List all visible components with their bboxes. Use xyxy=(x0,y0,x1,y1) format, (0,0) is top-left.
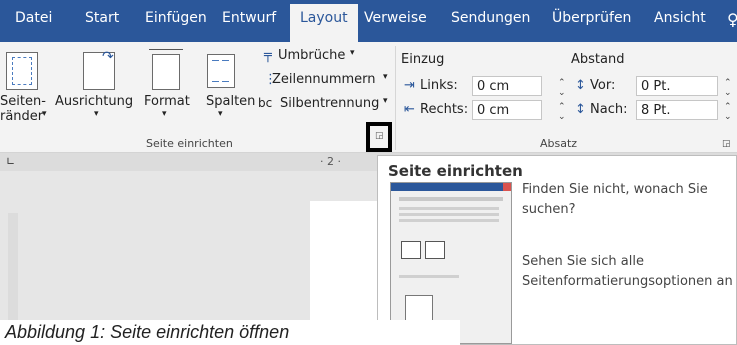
tab-datei[interactable]: Datei xyxy=(15,10,52,26)
chevron-down-icon[interactable]: ▾ xyxy=(350,48,355,58)
spacing-before-icon: ↕ xyxy=(575,78,586,93)
breaks-button[interactable]: Umbrüche xyxy=(278,48,345,63)
tooltip-line-1: Finden Sie nicht, wonach Sie xyxy=(522,182,708,197)
orientation-button[interactable]: Ausrichtung xyxy=(55,94,133,109)
columns-button[interactable]: Spalten xyxy=(206,94,255,109)
indent-right-input[interactable]: 0 cm xyxy=(472,100,542,120)
hyphenation-icon[interactable]: bc xyxy=(258,96,272,110)
line-numbers-button[interactable]: Zeilennummern xyxy=(272,72,376,87)
indent-right-label: Rechts: xyxy=(420,102,469,117)
indent-left-label: Links: xyxy=(420,78,458,93)
indent-left-input[interactable]: 0 cm xyxy=(472,76,542,96)
ribbon-tab-bar: Datei Start Einfügen Entwurf Layout Verw… xyxy=(0,0,737,42)
figure-caption: Abbildung 1: Seite einrichten öffnen xyxy=(0,320,460,345)
help-icon[interactable]: ♀ xyxy=(727,10,737,29)
paragraph-group-label: Absatz xyxy=(540,137,578,150)
ribbon: Seiten- ränder ▾ ↷ Ausrichtung ▾ Format … xyxy=(0,42,737,153)
tab-ueberpruefen[interactable]: Überprüfen xyxy=(552,10,631,26)
spacing-header: Abstand xyxy=(571,52,625,67)
chevron-down-icon[interactable]: ▾ xyxy=(383,96,388,106)
spacing-after-label: Nach: xyxy=(590,102,628,117)
tab-start[interactable]: Start xyxy=(85,10,119,26)
chevron-down-icon[interactable]: ▾ xyxy=(162,109,167,119)
margins-button-line2[interactable]: ränder xyxy=(0,109,43,124)
hyphenation-button[interactable]: Silbentrennung xyxy=(280,96,379,111)
tab-verweise[interactable]: Verweise xyxy=(364,10,427,26)
size-button[interactable]: Format xyxy=(144,94,190,109)
size-icon[interactable] xyxy=(149,49,183,90)
spacing-after-spinner[interactable]: ⌃ ⌄ xyxy=(724,102,732,122)
spacing-before-label: Vor: xyxy=(590,78,616,93)
breaks-icon[interactable]: ╤ xyxy=(264,48,272,63)
tooltip-line-3: Sehen Sie sich alle xyxy=(522,254,644,269)
ruler-text: · 2 · xyxy=(320,155,341,168)
spacing-after-input[interactable]: 8 Pt. xyxy=(636,100,718,120)
tab-ansicht[interactable]: Ansicht xyxy=(654,10,706,26)
columns-icon[interactable] xyxy=(207,54,235,88)
tab-einfuegen[interactable]: Einfügen xyxy=(145,10,207,26)
indent-right-icon: ⇤ xyxy=(404,102,415,117)
page-setup-group-label: Seite einrichten xyxy=(146,137,233,150)
tooltip-line-2: suchen? xyxy=(522,202,576,217)
chevron-down-icon[interactable]: ▾ xyxy=(383,72,388,82)
page-setup-dialog-launcher[interactable]: ◲ xyxy=(366,122,392,152)
margins-button-line1[interactable]: Seiten- xyxy=(0,94,46,109)
chevron-down-icon[interactable]: ▾ xyxy=(94,109,99,119)
spacing-after-icon: ↕ xyxy=(575,102,586,117)
tab-layout[interactable]: Layout xyxy=(290,4,358,42)
orientation-icon[interactable]: ↷ xyxy=(83,49,115,90)
group-divider xyxy=(395,46,396,150)
indent-left-icon: ⇥ xyxy=(404,78,415,93)
chevron-down-icon[interactable]: ▾ xyxy=(42,109,47,119)
spacing-before-spinner[interactable]: ⌃ ⌄ xyxy=(724,78,732,98)
indent-left-spinner[interactable]: ⌃ ⌄ xyxy=(558,78,566,98)
page-setup-tooltip: Seite einrichten Finden Sie nicht, wonac… xyxy=(377,155,737,345)
indent-header: Einzug xyxy=(401,52,445,67)
tooltip-title: Seite einrichten xyxy=(388,162,523,180)
paragraph-dialog-launcher[interactable]: ◲ xyxy=(722,139,731,149)
spacing-before-input[interactable]: 0 Pt. xyxy=(636,76,718,96)
tab-entwurf[interactable]: Entwurf xyxy=(222,10,276,26)
tab-sendungen[interactable]: Sendungen xyxy=(451,10,530,26)
chevron-down-icon[interactable]: ▾ xyxy=(218,109,223,119)
tooltip-line-4: Seitenformatierungsoptionen an xyxy=(522,274,733,289)
tab-selector-icon[interactable]: ∟ xyxy=(6,155,15,168)
dialog-launcher-icon: ◲ xyxy=(375,131,384,141)
indent-right-spinner[interactable]: ⌃ ⌄ xyxy=(558,102,566,122)
margins-icon[interactable] xyxy=(6,52,38,90)
